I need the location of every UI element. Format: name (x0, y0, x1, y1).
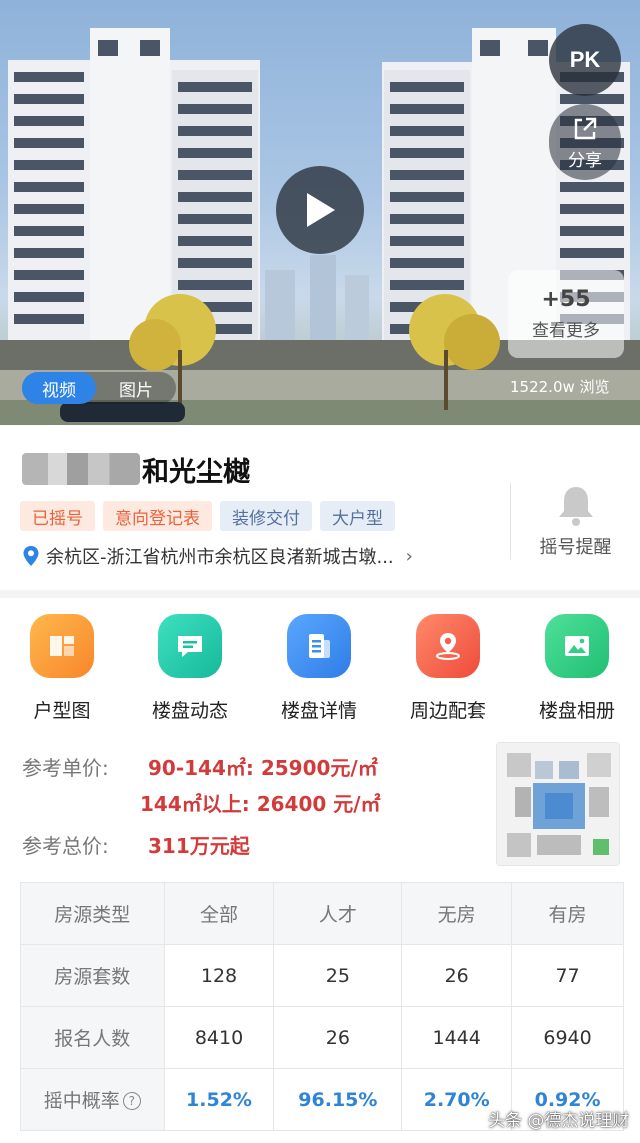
unit-price-line-2: 144㎡以上: 26400 元/㎡ (140, 792, 381, 816)
news-icon (158, 614, 222, 678)
tag-decorated: 装修交付 (220, 501, 312, 531)
total-price-value: 311万元起 (148, 834, 250, 858)
action-label: 楼盘动态 (151, 700, 228, 722)
hero-media[interactable]: PK 分享 +55 查看更多 视频 图片 1522.0w 浏览 (0, 0, 640, 425)
pk-button[interactable]: PK (549, 24, 621, 96)
share-icon (574, 117, 597, 139)
tag-registration-form: 意向登记表 (103, 501, 212, 531)
tab-photo[interactable]: 图片 (96, 372, 176, 404)
play-button[interactable] (276, 166, 364, 254)
share-button[interactable]: 分享 (549, 104, 621, 180)
project-title-text: 和光尘樾 (142, 456, 250, 488)
lottery-reminder-button[interactable]: 摇号提醒 (510, 483, 640, 559)
bell-icon (558, 487, 593, 526)
action-news[interactable]: 楼盘动态 (130, 614, 250, 723)
table-cell: 6940 (511, 1006, 624, 1069)
chevron-right-icon: › (405, 545, 413, 567)
action-label: 楼盘详情 (280, 700, 357, 722)
rate-label: 摇中概率 (43, 1090, 120, 1112)
table-header-cell: 无房 (401, 882, 513, 945)
action-album[interactable]: 楼盘相册 (517, 614, 637, 723)
action-label: 周边配套 (409, 700, 486, 722)
qr-code-image (497, 743, 619, 865)
total-price-label: 参考总价: (22, 834, 109, 858)
view-more-photos[interactable]: +55 查看更多 (508, 270, 624, 358)
table-cell: 1444 (401, 1006, 513, 1069)
qr-code-blurred[interactable] (496, 742, 620, 866)
watermark: 头条 @德杰说理财 (488, 1111, 630, 1131)
address-text: 余杭区-浙江省杭州市余杭区良渚新城古墩... (46, 547, 394, 568)
address-row[interactable]: 余杭区-浙江省杭州市余杭区良渚新城古墩... › (22, 543, 413, 569)
table-cell-rate: 96.15% (273, 1068, 403, 1131)
tag-large-unit: 大户型 (320, 501, 395, 531)
action-label: 户型图 (33, 700, 91, 722)
table-row: 房源套数 128 25 26 77 (20, 944, 624, 1007)
more-count: +55 (541, 287, 591, 312)
unit-price-label: 参考单价: (22, 756, 109, 780)
table-cell: 26 (401, 944, 513, 1007)
table-cell: 128 (163, 944, 275, 1007)
table-header-cell: 人才 (273, 882, 403, 945)
table-cell: 8410 (163, 1006, 275, 1069)
action-surroundings[interactable]: 周边配套 (388, 614, 508, 723)
project-title: 和光尘樾 (22, 449, 250, 489)
share-label: 分享 (568, 150, 602, 171)
action-floor-plan[interactable]: 户型图 (2, 614, 122, 723)
blurred-name (22, 453, 140, 485)
view-count: 1522.0w 浏览 (510, 378, 610, 396)
tag-lottery-done: 已摇号 (20, 501, 95, 531)
unit-price-line-1: 90-144㎡: 25900元/㎡ (148, 756, 378, 780)
table-row-header: 报名人数 (20, 1006, 165, 1069)
project-info: 和光尘樾 已摇号 意向登记表 装修交付 大户型 余杭区-浙江省杭州市余杭区良渚新… (0, 425, 640, 595)
play-icon (307, 193, 335, 227)
table-cell: 25 (273, 944, 403, 1007)
location-icon (416, 614, 480, 678)
table-header-cell: 全部 (163, 882, 275, 945)
document-icon (287, 614, 351, 678)
more-label: 查看更多 (532, 321, 600, 341)
tag-list: 已摇号 意向登记表 装修交付 大户型 (20, 501, 395, 531)
table-header-cell: 有房 (511, 882, 624, 945)
media-tabs: 视频 图片 (22, 372, 176, 404)
table-cell: 77 (511, 944, 624, 1007)
help-icon[interactable]: ? (122, 1092, 141, 1110)
album-icon (545, 614, 609, 678)
lottery-stats-table: 房源类型 全部 人才 无房 有房 房源套数 128 25 26 77 报名人数 … (20, 882, 624, 1131)
table-cell-rate: 1.52% (163, 1068, 275, 1131)
price-section: 参考单价: 90-144㎡: 25900元/㎡ 144㎡以上: 26400 元/… (0, 740, 640, 870)
table-cell: 26 (273, 1006, 403, 1069)
table-header-cell: 房源类型 (20, 882, 165, 945)
location-pin-icon (23, 546, 39, 566)
table-row: 报名人数 8410 26 1444 6940 (20, 1006, 624, 1069)
action-details[interactable]: 楼盘详情 (259, 614, 379, 723)
floor-plan-icon (30, 614, 94, 678)
tab-video[interactable]: 视频 (22, 372, 96, 404)
table-header-row: 房源类型 全部 人才 无房 有房 (20, 882, 624, 945)
pk-label: PK (569, 47, 601, 72)
section-divider (0, 590, 640, 598)
action-label: 楼盘相册 (538, 700, 615, 722)
table-row-header: 房源套数 (20, 944, 165, 1007)
quick-actions: 户型图 楼盘动态 楼盘详情 周边配套 楼盘相册 (0, 614, 640, 726)
table-row-header[interactable]: 摇中概率? (20, 1068, 165, 1131)
lottery-reminder-label: 摇号提醒 (539, 537, 612, 558)
